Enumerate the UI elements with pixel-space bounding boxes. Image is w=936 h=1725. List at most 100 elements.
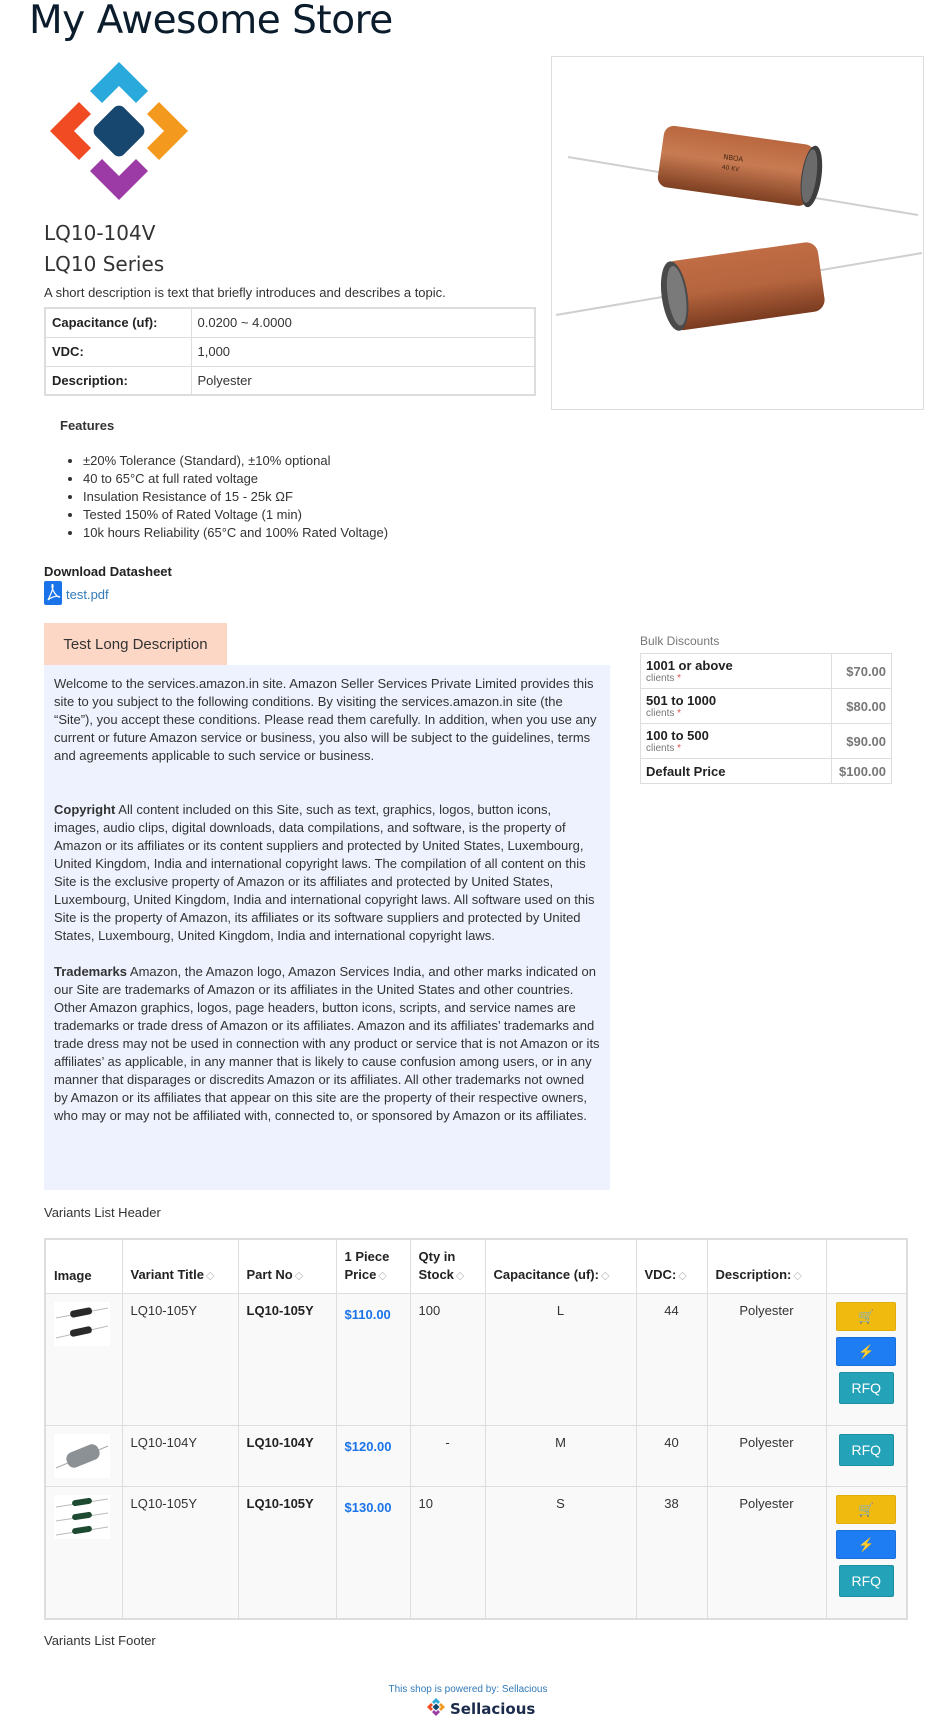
add-to-cart-button[interactable]: 🛒 — [836, 1495, 897, 1524]
variant-capacitance: L — [484, 1293, 637, 1426]
add-to-cart-button[interactable]: 🛒 — [836, 1302, 897, 1331]
product-name: LQ10-104V — [44, 221, 156, 245]
copyright-text: All content included on this Site, such … — [54, 802, 595, 943]
variant-price: $120.00 — [335, 1425, 411, 1487]
rfq-button[interactable]: RFQ — [838, 1434, 894, 1466]
attributes-table: Capacitance (uf): 0.0200 ~ 4.0000 VDC: 1… — [44, 307, 536, 396]
col-part-no[interactable]: Part No ◇ — [237, 1238, 337, 1294]
sellacious-brand-name: Sellacious — [450, 1700, 536, 1718]
rfq-button[interactable]: RFQ — [838, 1565, 894, 1597]
datasheet-filename: test.pdf — [66, 587, 109, 602]
variant-description: Polyester — [706, 1486, 827, 1619]
col-variant-title[interactable]: Variant Title ◇ — [121, 1238, 239, 1294]
sort-icon: ◇ — [600, 1270, 610, 1282]
variant-title: LQ10-104Y — [121, 1425, 239, 1487]
variant-part-no: LQ10-105Y — [237, 1293, 337, 1426]
variant-title: LQ10-105Y — [121, 1293, 239, 1426]
variant-part-no: LQ10-104Y — [237, 1425, 337, 1487]
trademarks-paragraph: Trademarks Amazon, the Amazon logo, Amaz… — [54, 963, 600, 1125]
variants-table: Image Variant Title ◇ Part No ◇ 1 Piece Pri… — [44, 1238, 908, 1620]
store-title: My Awesome Store — [29, 0, 393, 43]
default-price: $100.00 — [831, 758, 892, 784]
bulk-qty: 501 to 1000 — [646, 693, 717, 708]
long-description-intro: Welcome to the services.amazon.in site. … — [54, 676, 597, 763]
powered-by-text[interactable]: This shop is powered by: Sellacious — [0, 1684, 936, 1695]
col-label: VDC: — [644, 1267, 677, 1282]
variant-qty: 10 — [409, 1486, 486, 1619]
bulk-price: $90.00 — [831, 723, 892, 759]
bulk-discounts-title: Bulk Discounts — [640, 634, 720, 648]
copyright-paragraph: Copyright All content included on this S… — [54, 801, 600, 945]
cart-icon: 🛒 — [858, 1501, 875, 1517]
bulk-qty: 100 to 500 — [646, 728, 709, 743]
copyright-label: Copyright — [54, 802, 116, 817]
variant-part-no: LQ10-105Y — [237, 1486, 337, 1619]
col-label: Capacitance (uf): — [493, 1267, 599, 1282]
bulk-default-row: Default Price $100.00 — [640, 758, 892, 784]
attribute-value: 1,000 — [190, 336, 536, 367]
sort-icon: ◇ — [455, 1270, 465, 1282]
attribute-label: Capacitance (uf): — [44, 307, 192, 338]
trademarks-text: Amazon, the Amazon logo, Amazon Services… — [54, 964, 600, 1123]
datasheet-title: Download Datasheet — [44, 564, 172, 579]
col-price[interactable]: 1 Piece Price ◇ — [335, 1238, 411, 1294]
attribute-row: Description: Polyester — [44, 365, 536, 396]
col-label: 1 Piece — [344, 1249, 390, 1264]
variant-vdc: 38 — [635, 1486, 708, 1619]
features-list: ±20% Tolerance (Standard), ±10% optional… — [64, 452, 388, 542]
product-main-image[interactable]: NBOA 40 KV — [551, 56, 924, 410]
attribute-value: Polyester — [190, 365, 536, 396]
sellacious-logo-icon — [426, 1697, 446, 1721]
sellacious-brand[interactable]: Sellacious — [426, 1697, 535, 1721]
default-price-label: Default Price — [640, 758, 832, 784]
variant-row: LQ10-104Y LQ10-104Y $120.00 - M 40 Polye… — [44, 1425, 908, 1487]
buy-now-button[interactable]: ⚡ — [836, 1337, 897, 1366]
buy-now-button[interactable]: ⚡ — [836, 1530, 897, 1559]
col-label: Price — [344, 1267, 377, 1282]
feature-item: 10k hours Reliability (65°C and 100% Rat… — [83, 524, 388, 542]
variant-price: $110.00 — [335, 1293, 411, 1426]
col-capacitance[interactable]: Capacitance (uf): ◇ — [484, 1238, 637, 1294]
rfq-button[interactable]: RFQ — [838, 1372, 894, 1404]
col-qty[interactable]: Qty in Stock ◇ — [409, 1238, 486, 1294]
datasheet-link[interactable]: test.pdf — [44, 581, 109, 608]
attribute-row: Capacitance (uf): 0.0200 ~ 4.0000 — [44, 307, 536, 338]
col-label: Part No — [246, 1267, 293, 1282]
variants-list-header: Variants List Header — [44, 1205, 161, 1220]
product-series: LQ10 Series — [44, 252, 165, 276]
variant-thumbnail[interactable] — [44, 1425, 123, 1487]
trademarks-label: Trademarks — [54, 964, 127, 979]
tab-long-description[interactable]: Test Long Description — [44, 623, 227, 665]
bulk-row: 100 to 500 clients * $90.00 — [640, 723, 892, 759]
col-vdc[interactable]: VDC: ◇ — [635, 1238, 708, 1294]
variants-list-footer: Variants List Footer — [44, 1633, 156, 1648]
sort-icon: ◇ — [378, 1270, 387, 1282]
feature-item: Insulation Resistance of 15 - 25k ΩF — [83, 488, 388, 506]
bolt-icon: ⚡ — [858, 1343, 875, 1359]
variant-vdc: 44 — [635, 1293, 708, 1426]
variants-header-row: Image Variant Title ◇ Part No ◇ 1 Piece Pri… — [44, 1238, 908, 1294]
variant-price: $130.00 — [335, 1486, 411, 1619]
variant-capacitance: M — [484, 1425, 637, 1487]
sort-icon: ◇ — [793, 1270, 802, 1282]
variant-capacitance: S — [484, 1486, 637, 1619]
variant-qty: 100 — [409, 1293, 486, 1426]
variant-thumbnail[interactable] — [44, 1293, 123, 1426]
variant-thumbnail[interactable] — [44, 1486, 123, 1619]
col-label: Stock — [418, 1267, 454, 1282]
bulk-sub-label: clients — [646, 743, 675, 754]
feature-item: Tested 150% of Rated Voltage (1 min) — [83, 506, 388, 524]
col-description[interactable]: Description: ◇ — [706, 1238, 827, 1294]
col-label: Description: — [715, 1267, 792, 1282]
cart-icon: 🛒 — [858, 1308, 875, 1324]
feature-item: 40 to 65°C at full rated voltage — [83, 470, 388, 488]
sort-icon: ◇ — [678, 1270, 687, 1282]
col-actions — [825, 1238, 908, 1294]
store-logo — [44, 56, 194, 206]
variant-vdc: 40 — [635, 1425, 708, 1487]
long-description: Welcome to the services.amazon.in site. … — [44, 665, 610, 1190]
bulk-sub-label: clients — [646, 673, 675, 684]
attribute-label: VDC: — [44, 336, 192, 367]
variant-row: LQ10-105Y LQ10-105Y $130.00 10 S 38 Poly… — [44, 1486, 908, 1619]
attribute-value: 0.0200 ~ 4.0000 — [190, 307, 536, 338]
